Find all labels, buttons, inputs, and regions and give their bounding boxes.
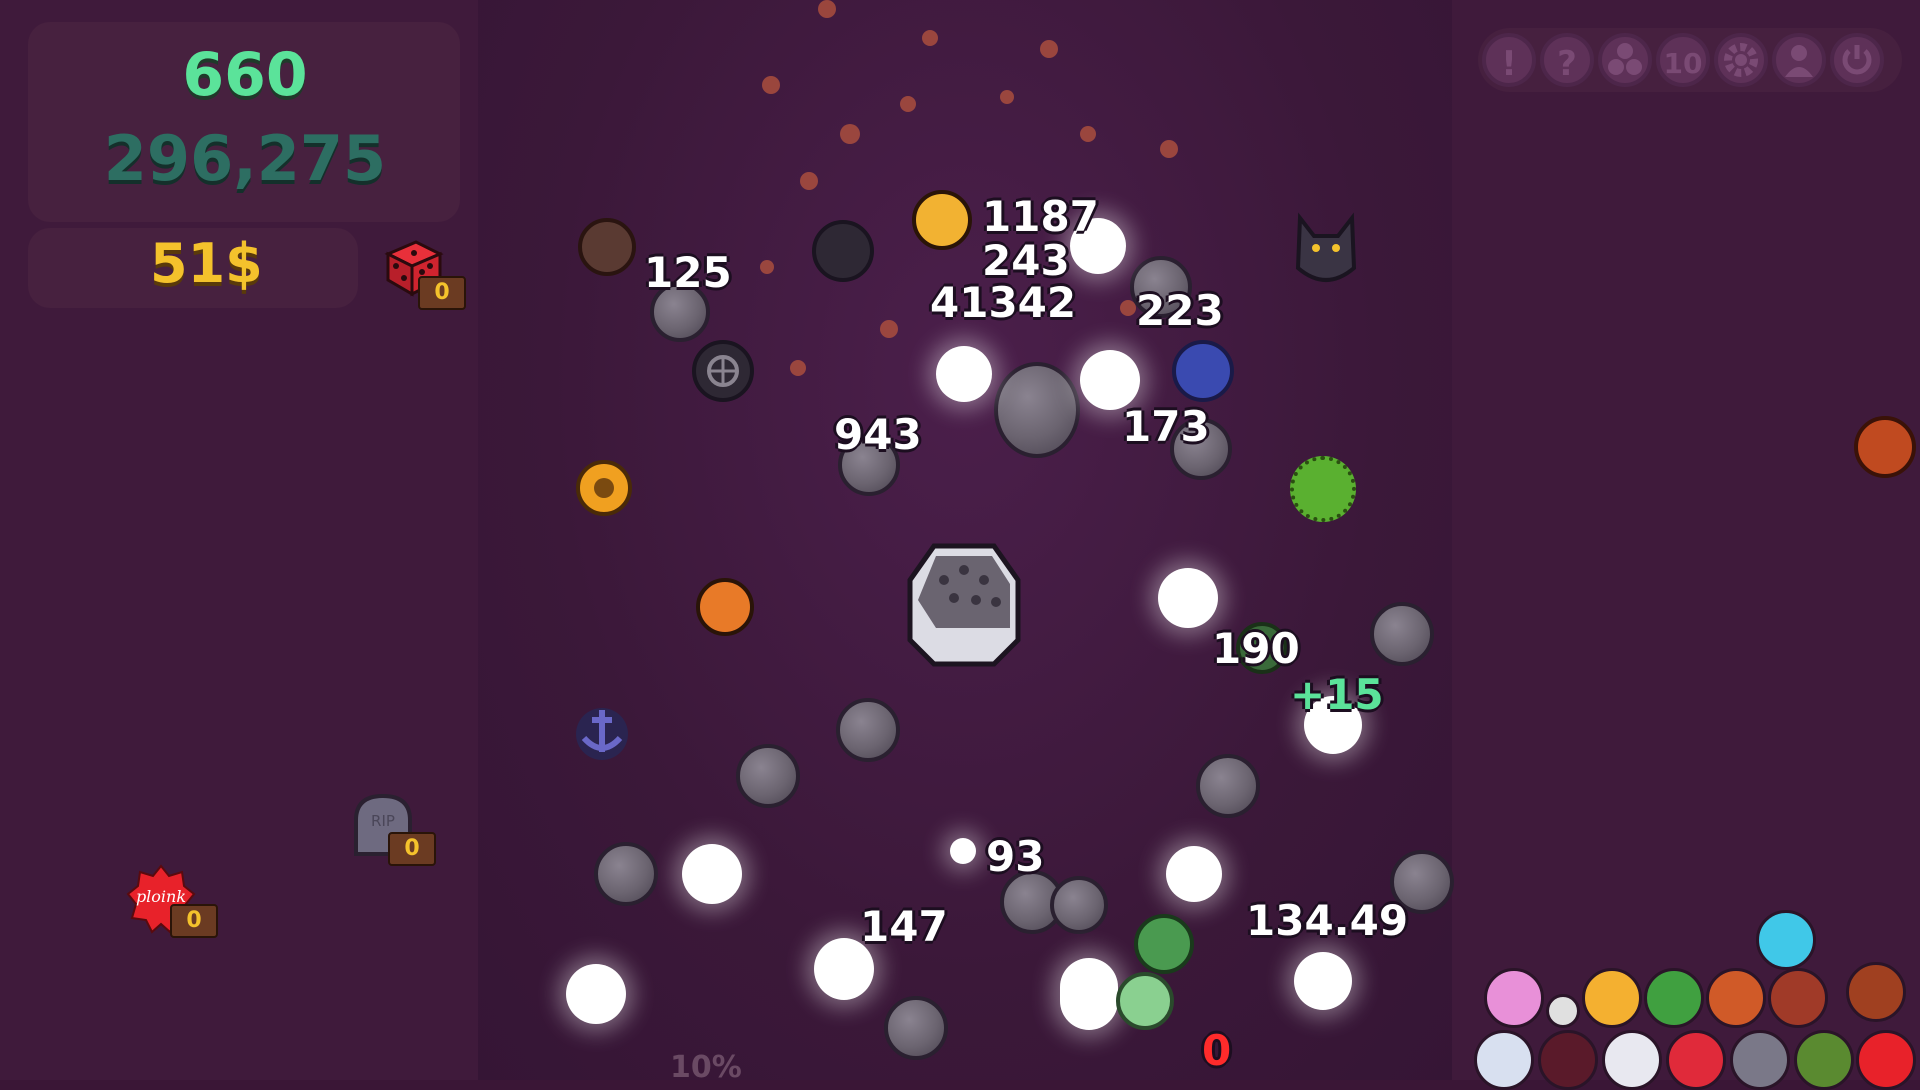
particle: [762, 76, 780, 94]
planet-peg: [912, 190, 972, 250]
queue-ball: [1706, 968, 1766, 1028]
cookie-peg: [578, 218, 636, 276]
balls-icon: [1608, 43, 1642, 75]
virus-peg: [1290, 456, 1356, 522]
profile-icon: [1785, 45, 1813, 77]
robot-ball: [1756, 910, 1816, 970]
queue-ball: [1794, 1030, 1854, 1090]
total-score: 296,275: [103, 122, 387, 195]
alert-button[interactable]: !: [1482, 33, 1536, 87]
damage-number: 190: [1212, 624, 1300, 673]
wheel-icon: [707, 355, 739, 387]
money-value: 51$: [150, 232, 263, 295]
particle: [900, 96, 916, 112]
sunflower-icon: [594, 478, 614, 498]
queue-ball: [1474, 1030, 1534, 1090]
big-grey-rock: [994, 362, 1080, 458]
dice-count-badge: 0: [418, 276, 466, 310]
white-capsule: [1060, 958, 1118, 1030]
particle: [1000, 90, 1014, 104]
queue-ball: [1846, 962, 1906, 1022]
stone-block-peg: [904, 540, 1024, 668]
particle: [800, 172, 818, 190]
power-icon: [1842, 45, 1872, 75]
grey-peg: [884, 996, 948, 1060]
balls-button[interactable]: [1598, 33, 1652, 87]
anchor-peg: [570, 696, 634, 762]
wheel-peg: [692, 340, 754, 402]
cat-peg: [1290, 212, 1362, 288]
particle: [1040, 40, 1058, 58]
particle: [840, 124, 860, 144]
bomb-peg: [1172, 340, 1234, 402]
queue-ball: [1768, 968, 1828, 1028]
queue-ball: [1602, 1030, 1662, 1090]
hud-toolbar: ! ? 10: [1478, 28, 1902, 92]
damage-number: 41342: [930, 278, 1077, 327]
particle: [760, 260, 774, 274]
grey-peg: [1370, 602, 1434, 666]
queue-ball: [1856, 1030, 1916, 1090]
particle: [818, 0, 836, 18]
settings-button[interactable]: [1714, 33, 1768, 87]
queue-ball: [1644, 968, 1704, 1028]
meatball-peg: [1854, 416, 1916, 478]
damage-number: 147: [860, 902, 948, 951]
damage-number: 173: [1122, 402, 1210, 451]
grey-peg: [836, 698, 900, 762]
damage-number: 0: [1202, 1026, 1232, 1075]
particle: [790, 360, 806, 376]
stone-block-icon: [907, 543, 1021, 667]
power-button[interactable]: [1830, 33, 1884, 87]
green-peg: [1134, 914, 1194, 974]
queue-ball: [1538, 1030, 1598, 1090]
grave-count-badge: 0: [388, 832, 436, 866]
white-ball: [1080, 350, 1140, 410]
cat-icon: [1295, 212, 1357, 282]
help-button[interactable]: ?: [1540, 33, 1594, 87]
damage-number: 125: [644, 248, 732, 297]
queue-ball: [1546, 994, 1580, 1028]
white-ball: [566, 964, 626, 1024]
particle: [1160, 140, 1178, 158]
profile-button[interactable]: [1772, 33, 1826, 87]
white-ball: [1166, 846, 1222, 902]
particle: [922, 30, 938, 46]
particle: [880, 320, 898, 338]
white-ball-small: [950, 838, 976, 864]
anchor-icon: [576, 708, 628, 760]
grave-label: RIP: [371, 812, 395, 830]
damage-number: 943: [834, 410, 922, 459]
sunflower-peg: [576, 460, 632, 516]
queue-ball: [1582, 968, 1642, 1028]
damage-number: 1187: [982, 192, 1099, 241]
damage-number: 93: [986, 832, 1045, 881]
bonus-number: +15: [1290, 670, 1384, 719]
speed-10-button[interactable]: 10: [1656, 33, 1710, 87]
white-ball: [1294, 952, 1352, 1010]
ploink-count-badge: 0: [170, 904, 218, 938]
current-score: 660: [182, 40, 308, 110]
gear-icon: [1724, 43, 1758, 77]
grey-peg: [736, 744, 800, 808]
right-panel-background: [1452, 0, 1920, 1080]
white-ball: [936, 346, 992, 402]
black-hole-peg: [812, 220, 874, 282]
queue-ball: [1666, 1030, 1726, 1090]
queue-ball: [1484, 968, 1544, 1028]
fruit-peg: [696, 578, 754, 636]
grey-peg: [1050, 876, 1108, 934]
grey-peg: [594, 842, 658, 906]
particle: [1080, 126, 1096, 142]
damage-number: 223: [1136, 286, 1224, 335]
damage-number: 134.49: [1246, 896, 1409, 945]
white-ball: [682, 844, 742, 904]
green-peg: [1116, 972, 1174, 1030]
queue-ball: [1730, 1030, 1790, 1090]
white-ball: [1158, 568, 1218, 628]
grey-peg: [1196, 754, 1260, 818]
